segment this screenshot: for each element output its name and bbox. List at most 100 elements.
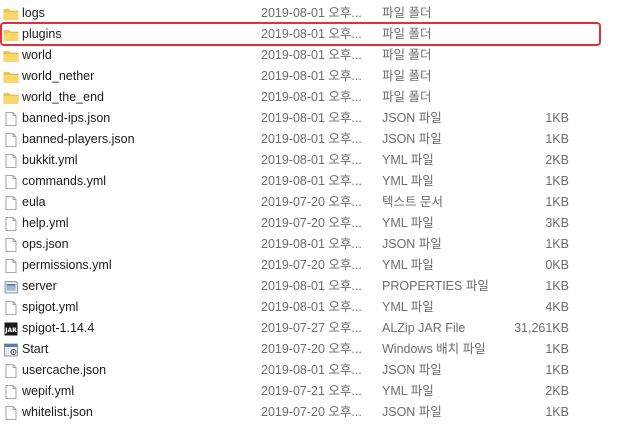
file-row-whitelist-json[interactable]: whitelist.json 2019-07-20 오후... JSON 파일 1KB	[0, 402, 617, 423]
file-size: 2KB	[545, 384, 569, 398]
file-row-start[interactable]: Start 2019-07-20 오후... Windows 배치 파일 1KB	[0, 339, 617, 360]
file-date: 2019-07-20 오후...	[261, 342, 362, 356]
file-size: 3KB	[545, 216, 569, 230]
file-type: YML 파일	[382, 216, 434, 230]
folder-icon	[3, 90, 19, 106]
file-name: logs	[22, 6, 45, 20]
file-date: 2019-08-01 오후...	[261, 48, 362, 62]
file-name: permissions.yml	[22, 258, 112, 272]
file-date: 2019-08-01 오후...	[261, 300, 362, 314]
file-row-banned-players-json[interactable]: banned-players.json 2019-08-01 오후... JSON …	[0, 129, 617, 150]
file-name: plugins	[22, 27, 62, 41]
file-row-help-yml[interactable]: help.yml 2019-07-20 오후... YML 파일 3KB	[0, 213, 617, 234]
file-date: 2019-07-20 오후...	[261, 195, 362, 209]
file-icon	[3, 216, 19, 232]
folder-icon	[3, 69, 19, 85]
file-date: 2019-08-01 오후...	[261, 363, 362, 377]
file-date: 2019-07-20 오후...	[261, 258, 362, 272]
file-name: world	[22, 48, 52, 62]
file-name: commands.yml	[22, 174, 107, 188]
file-date: 2019-08-01 오후...	[261, 69, 362, 83]
file-row-server[interactable]: server 2019-08-01 오후... PROPERTIES 파일 1KB	[0, 276, 617, 297]
file-icon	[3, 153, 19, 169]
file-row-commands-yml[interactable]: commands.yml 2019-08-01 오후... YML 파일 1KB	[0, 171, 617, 192]
file-size: 1KB	[545, 279, 569, 293]
file-name: whitelist.json	[22, 405, 93, 419]
file-type: YML 파일	[382, 258, 434, 272]
file-type: YML 파일	[382, 384, 434, 398]
file-type: JSON 파일	[382, 237, 442, 251]
file-icon	[3, 111, 19, 127]
file-row-ops-json[interactable]: ops.json 2019-08-01 오후... JSON 파일 1KB	[0, 234, 617, 255]
file-name: ops.json	[22, 237, 69, 251]
file-date: 2019-07-20 오후...	[261, 216, 362, 230]
file-size: 1KB	[545, 342, 569, 356]
file-name: wepif.yml	[22, 384, 75, 398]
file-date: 2019-08-01 오후...	[261, 90, 362, 104]
file-list: logs 2019-08-01 오후... 파일 폴더 plugins 2019-08-…	[0, 3, 617, 423]
file-size: 2KB	[545, 153, 569, 167]
file-type: ALZip JAR File	[382, 321, 466, 335]
file-name: eula	[22, 195, 46, 209]
file-date: 2019-08-01 오후...	[261, 132, 362, 146]
file-date: 2019-07-21 오후...	[261, 384, 362, 398]
file-row-world-nether[interactable]: world_nether 2019-08-01 오후... 파일 폴더	[0, 66, 617, 87]
file-date: 2019-08-01 오후...	[261, 111, 362, 125]
file-name: world_nether	[22, 69, 95, 83]
file-type: PROPERTIES 파일	[382, 279, 489, 293]
file-row-logs[interactable]: logs 2019-08-01 오후... 파일 폴더	[0, 3, 617, 24]
file-row-spigot-1-14-4[interactable]: JAR spigot-1.14.4 2019-07-27 오후... ALZip JA…	[0, 318, 617, 339]
file-type: 파일 폴더	[382, 48, 432, 62]
file-row-permissions-yml[interactable]: permissions.yml 2019-07-20 오후... YML 파일 0KB	[0, 255, 617, 276]
file-size: 1KB	[545, 132, 569, 146]
file-row-usercache-json[interactable]: usercache.json 2019-08-01 오후... JSON 파일 1KB	[0, 360, 617, 381]
file-row-spigot-yml[interactable]: spigot.yml 2019-08-01 오후... YML 파일 4KB	[0, 297, 617, 318]
file-type: YML 파일	[382, 174, 434, 188]
svg-text:JAR: JAR	[4, 327, 17, 334]
file-type: JSON 파일	[382, 111, 442, 125]
file-icon	[3, 405, 19, 421]
file-name: spigot.yml	[22, 300, 79, 314]
file-icon	[3, 174, 19, 190]
properties-file-icon	[3, 279, 19, 295]
file-size: 1KB	[545, 111, 569, 125]
file-icon	[3, 258, 19, 274]
file-size: 0KB	[545, 258, 569, 272]
file-icon	[3, 132, 19, 148]
file-type: JSON 파일	[382, 363, 442, 377]
file-date: 2019-08-01 오후...	[261, 279, 362, 293]
file-type: YML 파일	[382, 300, 434, 314]
file-type: 텍스트 문서	[382, 195, 443, 209]
file-name: spigot-1.14.4	[22, 321, 95, 335]
file-date: 2019-08-01 오후...	[261, 153, 362, 167]
file-size: 1KB	[545, 195, 569, 209]
file-row-plugins[interactable]: plugins 2019-08-01 오후... 파일 폴더	[0, 24, 617, 45]
file-name: Start	[22, 342, 49, 356]
batch-file-icon	[3, 342, 19, 358]
file-size: 31,261KB	[514, 321, 569, 335]
file-date: 2019-07-20 오후...	[261, 405, 362, 419]
file-row-bukkit-yml[interactable]: bukkit.yml 2019-08-01 오후... YML 파일 2KB	[0, 150, 617, 171]
file-size: 1KB	[545, 237, 569, 251]
file-type: 파일 폴더	[382, 27, 432, 41]
file-icon	[3, 363, 19, 379]
file-date: 2019-08-01 오후...	[261, 237, 362, 251]
file-row-world-the-end[interactable]: world_the_end 2019-08-01 오후... 파일 폴더	[0, 87, 617, 108]
folder-icon	[3, 27, 19, 43]
file-size: 1KB	[545, 174, 569, 188]
file-name: banned-players.json	[22, 132, 135, 146]
file-date: 2019-08-01 오후...	[261, 27, 362, 41]
file-size: 1KB	[545, 405, 569, 419]
file-type: 파일 폴더	[382, 90, 432, 104]
file-name: server	[22, 279, 57, 293]
file-row-banned-ips-json[interactable]: banned-ips.json 2019-08-01 오후... JSON 파일 1K…	[0, 108, 617, 129]
file-icon	[3, 195, 19, 211]
file-row-world[interactable]: world 2019-08-01 오후... 파일 폴더	[0, 45, 617, 66]
file-date: 2019-08-01 오후...	[261, 174, 362, 188]
file-type: JSON 파일	[382, 405, 442, 419]
file-type: Windows 배치 파일	[382, 342, 486, 356]
file-name: world_the_end	[22, 90, 105, 104]
folder-icon	[3, 6, 19, 22]
file-row-eula[interactable]: eula 2019-07-20 오후... 텍스트 문서 1KB	[0, 192, 617, 213]
file-row-wepif-yml[interactable]: wepif.yml 2019-07-21 오후... YML 파일 2KB	[0, 381, 617, 402]
